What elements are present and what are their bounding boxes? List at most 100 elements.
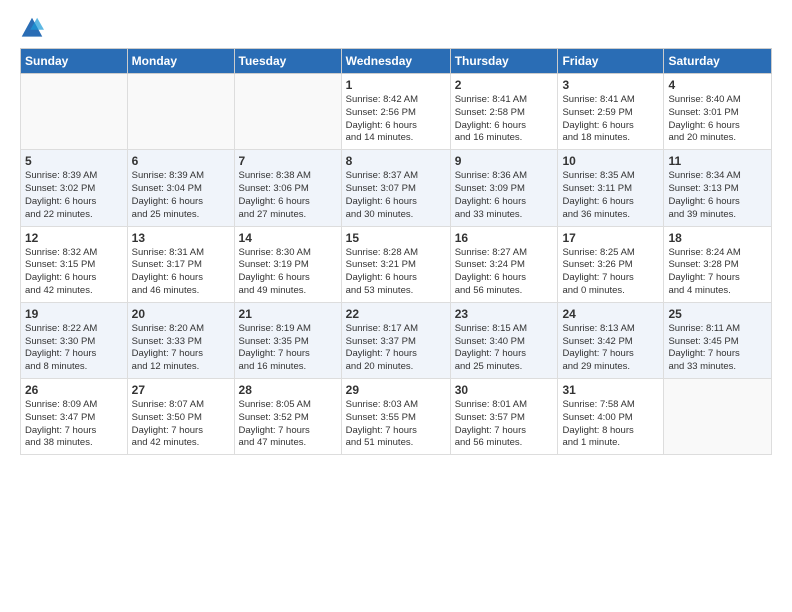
cell-info-text: Sunrise: 8:38 AM Sunset: 3:06 PM Dayligh… — [239, 170, 337, 221]
cell-info-text: Sunrise: 8:41 AM Sunset: 2:58 PM Dayligh… — [455, 94, 554, 145]
calendar-cell: 18Sunrise: 8:24 AM Sunset: 3:28 PM Dayli… — [664, 226, 772, 302]
weekday-header: Thursday — [450, 49, 558, 74]
calendar-cell — [234, 74, 341, 150]
calendar-cell: 13 Sunrise: 8:31 AM Sunset: 3:17 PM Dayli… — [127, 226, 234, 302]
cell-day-number: 5 — [25, 154, 123, 168]
cell-info-text: Sunrise: 8:35 AM Sunset: 3:11 PM Dayligh… — [562, 170, 659, 221]
weekday-header: Wednesday — [341, 49, 450, 74]
cell-info-text: Sunrise: 8:36 AM Sunset: 3:09 PM Dayligh… — [455, 170, 554, 221]
cell-info-text: Sunrise: 8:41 AM Sunset: 2:59 PM Dayligh… — [562, 94, 659, 145]
cell-day-number: 7 — [239, 154, 337, 168]
cell-info-text: Sunrise: 7:58 AM Sunset: 4:00 PM Dayligh… — [562, 399, 659, 450]
calendar-cell: 7 Sunrise: 8:38 AM Sunset: 3:06 PM Daylig… — [234, 150, 341, 226]
cell-info-text: Sunrise: 8:39 AM Sunset: 3:04 PM Dayligh… — [132, 170, 230, 221]
calendar-cell: 5 Sunrise: 8:39 AM Sunset: 3:02 PM Daylig… — [21, 150, 128, 226]
cell-day-number: 26 — [25, 383, 123, 397]
calendar-cell: 22Sunrise: 8:17 AM Sunset: 3:37 PM Dayli… — [341, 302, 450, 378]
calendar-cell: 23Sunrise: 8:15 AM Sunset: 3:40 PM Dayli… — [450, 302, 558, 378]
weekday-header: Saturday — [664, 49, 772, 74]
cell-info-text: Sunrise: 8:32 AM Sunset: 3:15 PM Dayligh… — [25, 247, 123, 298]
calendar-cell: 12Sunrise: 8:32 AM Sunset: 3:15 PM Dayli… — [21, 226, 128, 302]
cell-info-text: Sunrise: 8:37 AM Sunset: 3:07 PM Dayligh… — [346, 170, 446, 221]
calendar-cell: 9 Sunrise: 8:36 AM Sunset: 3:09 PM Daylig… — [450, 150, 558, 226]
cell-info-text: Sunrise: 8:09 AM Sunset: 3:47 PM Dayligh… — [25, 399, 123, 450]
calendar-cell: 24 Sunrise: 8:13 AM Sunset: 3:42 PM Dayli… — [558, 302, 664, 378]
logo — [20, 16, 48, 40]
weekday-header: Friday — [558, 49, 664, 74]
cell-day-number: 28 — [239, 383, 337, 397]
cell-day-number: 20 — [132, 307, 230, 321]
calendar-week-row: 19 Sunrise: 8:22 AM Sunset: 3:30 PM Dayli… — [21, 302, 772, 378]
calendar-week-row: 1Sunrise: 8:42 AM Sunset: 2:56 PM Daylig… — [21, 74, 772, 150]
cell-info-text: Sunrise: 8:22 AM Sunset: 3:30 PM Dayligh… — [25, 323, 123, 374]
cell-info-text: Sunrise: 8:31 AM Sunset: 3:17 PM Dayligh… — [132, 247, 230, 298]
cell-info-text: Sunrise: 8:25 AM Sunset: 3:26 PM Dayligh… — [562, 247, 659, 298]
cell-day-number: 24 — [562, 307, 659, 321]
calendar-cell — [664, 379, 772, 455]
cell-day-number: 16 — [455, 231, 554, 245]
calendar-cell: 8 Sunrise: 8:37 AM Sunset: 3:07 PM Daylig… — [341, 150, 450, 226]
calendar-cell: 16 Sunrise: 8:27 AM Sunset: 3:24 PM Dayli… — [450, 226, 558, 302]
cell-day-number: 3 — [562, 78, 659, 92]
cell-day-number: 11 — [668, 154, 767, 168]
calendar-cell: 11 Sunrise: 8:34 AM Sunset: 3:13 PM Dayli… — [664, 150, 772, 226]
calendar-cell: 2 Sunrise: 8:41 AM Sunset: 2:58 PM Daylig… — [450, 74, 558, 150]
cell-info-text: Sunrise: 8:39 AM Sunset: 3:02 PM Dayligh… — [25, 170, 123, 221]
cell-day-number: 14 — [239, 231, 337, 245]
cell-day-number: 25 — [668, 307, 767, 321]
cell-day-number: 21 — [239, 307, 337, 321]
cell-info-text: Sunrise: 8:40 AM Sunset: 3:01 PM Dayligh… — [668, 94, 767, 145]
calendar-cell: 31 Sunrise: 7:58 AM Sunset: 4:00 PM Dayli… — [558, 379, 664, 455]
cell-info-text: Sunrise: 8:24 AM Sunset: 3:28 PM Dayligh… — [668, 247, 767, 298]
cell-info-text: Sunrise: 8:05 AM Sunset: 3:52 PM Dayligh… — [239, 399, 337, 450]
cell-day-number: 17 — [562, 231, 659, 245]
calendar-cell: 15Sunrise: 8:28 AM Sunset: 3:21 PM Dayli… — [341, 226, 450, 302]
cell-day-number: 19 — [25, 307, 123, 321]
cell-info-text: Sunrise: 8:03 AM Sunset: 3:55 PM Dayligh… — [346, 399, 446, 450]
calendar-cell: 29 Sunrise: 8:03 AM Sunset: 3:55 PM Dayli… — [341, 379, 450, 455]
cell-info-text: Sunrise: 8:30 AM Sunset: 3:19 PM Dayligh… — [239, 247, 337, 298]
cell-day-number: 22 — [346, 307, 446, 321]
cell-day-number: 23 — [455, 307, 554, 321]
cell-info-text: Sunrise: 8:27 AM Sunset: 3:24 PM Dayligh… — [455, 247, 554, 298]
calendar-cell: 25 Sunrise: 8:11 AM Sunset: 3:45 PM Dayli… — [664, 302, 772, 378]
cell-day-number: 29 — [346, 383, 446, 397]
cell-info-text: Sunrise: 8:28 AM Sunset: 3:21 PM Dayligh… — [346, 247, 446, 298]
cell-info-text: Sunrise: 8:11 AM Sunset: 3:45 PM Dayligh… — [668, 323, 767, 374]
calendar-cell: 3 Sunrise: 8:41 AM Sunset: 2:59 PM Daylig… — [558, 74, 664, 150]
cell-day-number: 9 — [455, 154, 554, 168]
calendar-cell: 21 Sunrise: 8:19 AM Sunset: 3:35 PM Dayli… — [234, 302, 341, 378]
calendar-cell: 6 Sunrise: 8:39 AM Sunset: 3:04 PM Daylig… — [127, 150, 234, 226]
cell-day-number: 30 — [455, 383, 554, 397]
cell-info-text: Sunrise: 8:20 AM Sunset: 3:33 PM Dayligh… — [132, 323, 230, 374]
weekday-header: Tuesday — [234, 49, 341, 74]
weekday-header: Monday — [127, 49, 234, 74]
calendar-cell — [21, 74, 128, 150]
calendar-week-row: 26 Sunrise: 8:09 AM Sunset: 3:47 PM Dayli… — [21, 379, 772, 455]
logo-icon — [20, 16, 44, 40]
cell-day-number: 10 — [562, 154, 659, 168]
calendar-header-row: SundayMondayTuesdayWednesdayThursdayFrid… — [21, 49, 772, 74]
calendar-cell: 28 Sunrise: 8:05 AM Sunset: 3:52 PM Dayli… — [234, 379, 341, 455]
calendar-week-row: 5 Sunrise: 8:39 AM Sunset: 3:02 PM Daylig… — [21, 150, 772, 226]
calendar-cell: 1Sunrise: 8:42 AM Sunset: 2:56 PM Daylig… — [341, 74, 450, 150]
cell-day-number: 31 — [562, 383, 659, 397]
cell-info-text: Sunrise: 8:19 AM Sunset: 3:35 PM Dayligh… — [239, 323, 337, 374]
header — [20, 16, 772, 40]
cell-day-number: 13 — [132, 231, 230, 245]
page: SundayMondayTuesdayWednesdayThursdayFrid… — [0, 0, 792, 612]
calendar-cell — [127, 74, 234, 150]
cell-day-number: 8 — [346, 154, 446, 168]
cell-day-number: 2 — [455, 78, 554, 92]
cell-day-number: 4 — [668, 78, 767, 92]
cell-info-text: Sunrise: 8:01 AM Sunset: 3:57 PM Dayligh… — [455, 399, 554, 450]
calendar-cell: 26 Sunrise: 8:09 AM Sunset: 3:47 PM Dayli… — [21, 379, 128, 455]
cell-info-text: Sunrise: 8:42 AM Sunset: 2:56 PM Dayligh… — [346, 94, 446, 145]
calendar-cell: 10 Sunrise: 8:35 AM Sunset: 3:11 PM Dayli… — [558, 150, 664, 226]
cell-info-text: Sunrise: 8:13 AM Sunset: 3:42 PM Dayligh… — [562, 323, 659, 374]
calendar-table: SundayMondayTuesdayWednesdayThursdayFrid… — [20, 48, 772, 455]
cell-info-text: Sunrise: 8:07 AM Sunset: 3:50 PM Dayligh… — [132, 399, 230, 450]
cell-day-number: 6 — [132, 154, 230, 168]
cell-day-number: 27 — [132, 383, 230, 397]
cell-info-text: Sunrise: 8:34 AM Sunset: 3:13 PM Dayligh… — [668, 170, 767, 221]
